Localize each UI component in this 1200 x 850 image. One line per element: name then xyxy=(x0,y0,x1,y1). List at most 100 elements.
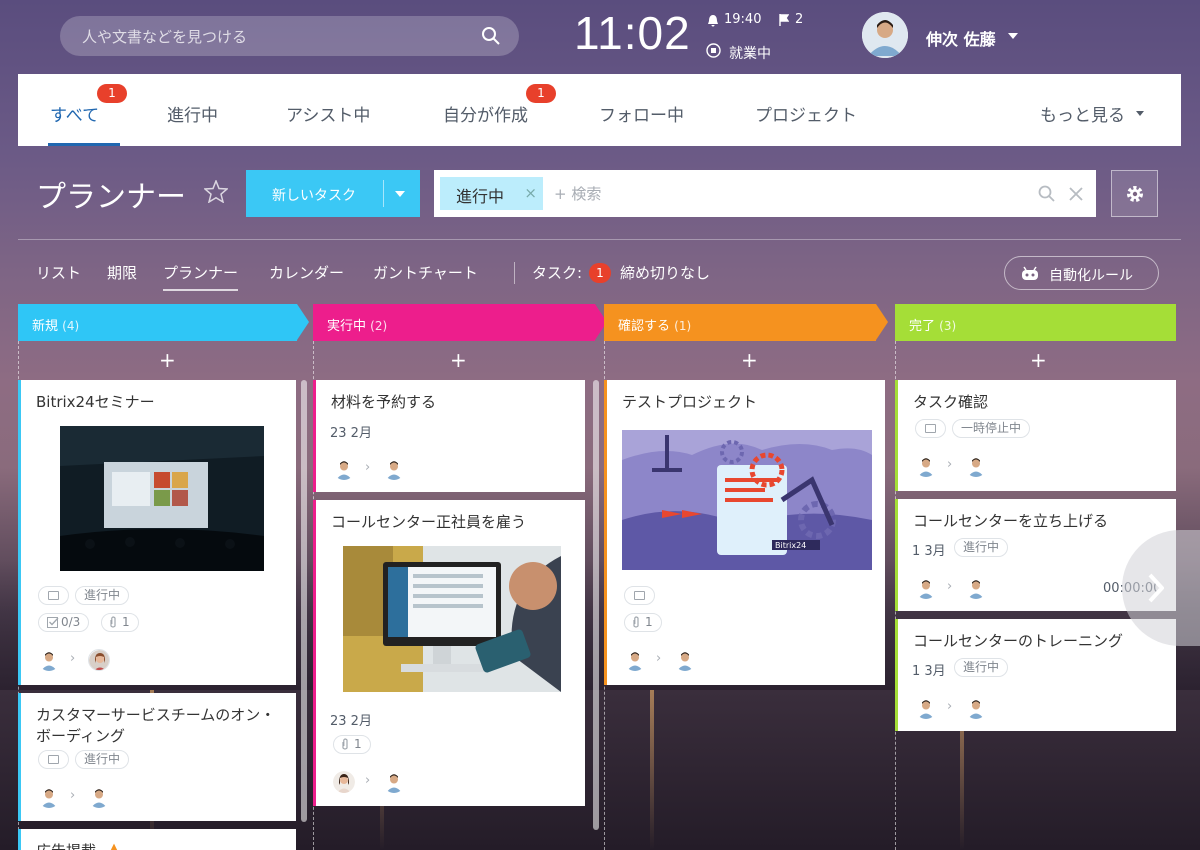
task-card[interactable]: 材料を予約する 23 2月 › xyxy=(313,380,585,492)
tab-more[interactable]: もっと見る xyxy=(1040,101,1125,126)
view-planner[interactable]: プランナー xyxy=(163,262,239,291)
tasks-label: タスク: xyxy=(532,264,583,282)
add-card-button[interactable]: + xyxy=(1030,350,1047,370)
column-header-review[interactable]: 確認する (1) xyxy=(604,304,888,341)
view-gantt[interactable]: ガントチャート xyxy=(373,262,478,283)
task-deadline[interactable]: 1 3月 xyxy=(912,540,946,559)
add-card-button[interactable]: + xyxy=(741,350,758,370)
task-title[interactable]: テストプロジェクト xyxy=(622,392,757,413)
user-name[interactable]: 伸次 佐藤 xyxy=(926,26,996,50)
responsible-avatar[interactable] xyxy=(674,649,696,671)
task-deadline[interactable]: 1 3月 xyxy=(912,660,946,679)
deadline-tag[interactable] xyxy=(38,750,69,769)
creator-avatar[interactable] xyxy=(915,577,937,599)
attachment-tag[interactable]: 1 xyxy=(624,613,662,632)
attachment-tag[interactable]: 1 xyxy=(101,613,139,632)
work-status[interactable]: 就業中 xyxy=(729,43,771,63)
star-icon[interactable] xyxy=(204,180,228,203)
clear-icon[interactable] xyxy=(1069,187,1083,201)
responsible-avatar[interactable] xyxy=(383,458,405,480)
automation-rules-button[interactable]: 自動化ルール xyxy=(1004,256,1159,290)
chevron-down-icon[interactable] xyxy=(1008,33,1018,39)
filter-search-box[interactable]: 進行中 × + 検索 xyxy=(434,170,1096,217)
responsible-avatar[interactable] xyxy=(965,455,987,477)
task-card[interactable]: コールセンターのトレーニング 1 3月 進行中 › xyxy=(895,619,1176,731)
attachment-tag[interactable]: 1 xyxy=(333,735,371,754)
task-card[interactable]: タスク確認 一時停止中 › xyxy=(895,380,1176,491)
creator-avatar[interactable] xyxy=(333,771,355,793)
creator-avatar[interactable] xyxy=(38,649,60,671)
attachment-count: 1 xyxy=(354,737,362,751)
task-title[interactable]: 材料を予約する xyxy=(331,392,436,413)
deadline-tag[interactable] xyxy=(38,586,69,605)
task-card[interactable]: カスタマーサービスチームのオン・ボーディング 進行中 › xyxy=(18,693,296,821)
flag-icon xyxy=(779,14,789,26)
task-title[interactable]: Bitrix24セミナー xyxy=(36,392,155,413)
tab-following[interactable]: フォロー中 xyxy=(599,101,684,126)
checklist-count: 0/3 xyxy=(61,615,81,629)
add-card-button[interactable]: + xyxy=(450,350,467,370)
stop-icon[interactable] xyxy=(706,43,721,58)
responsible-avatar[interactable] xyxy=(383,771,405,793)
task-card[interactable]: コールセンター正社員を雇う 23 2月 1 › xyxy=(313,500,585,806)
creator-avatar[interactable] xyxy=(915,455,937,477)
filter-search-input[interactable]: + 検索 xyxy=(554,183,601,204)
view-calendar[interactable]: カレンダー xyxy=(269,262,344,283)
flag-count[interactable]: 2 xyxy=(795,12,803,27)
alarm-time[interactable]: 19:40 xyxy=(724,12,761,27)
tab-created-badge: 1 xyxy=(526,84,556,103)
task-card[interactable]: Bitrix24セミナー 進行中 0/3 1 › xyxy=(18,380,296,685)
chevron-right-icon: › xyxy=(365,773,371,788)
responsible-avatar[interactable] xyxy=(965,697,987,719)
creator-avatar[interactable] xyxy=(624,649,646,671)
responsible-avatar[interactable] xyxy=(965,577,987,599)
more-chevron-icon[interactable] xyxy=(1136,111,1144,116)
clock: 11:02 xyxy=(574,7,691,59)
scrollbar[interactable] xyxy=(301,380,307,822)
search-icon[interactable] xyxy=(481,26,501,46)
creator-avatar[interactable] xyxy=(915,697,937,719)
settings-button[interactable] xyxy=(1111,170,1158,217)
search-icon[interactable] xyxy=(1038,185,1056,203)
view-separator xyxy=(514,262,515,284)
task-card[interactable]: テストプロジェクト Bitrix24 1 › xyxy=(604,380,885,685)
tab-created-by-me[interactable]: 自分が作成 xyxy=(443,101,528,126)
task-title[interactable]: カスタマーサービスチームのオン・ボーディング xyxy=(36,705,276,747)
column-header-new[interactable]: 新規 (4) xyxy=(18,304,309,341)
task-title[interactable]: コールセンター正社員を雇う xyxy=(331,512,526,533)
new-task-dropdown-icon[interactable] xyxy=(395,191,405,197)
tab-in-progress[interactable]: 進行中 xyxy=(167,101,218,126)
tab-all[interactable]: すべて xyxy=(50,101,99,126)
column-count: (3) xyxy=(939,319,957,333)
responsible-avatar[interactable] xyxy=(88,786,110,808)
task-deadline[interactable]: 23 2月 xyxy=(330,710,372,729)
filter-chip[interactable]: 進行中 × xyxy=(440,177,543,210)
deadline-tag[interactable] xyxy=(915,419,946,438)
tab-projects[interactable]: プロジェクト xyxy=(755,101,857,126)
view-list[interactable]: リスト xyxy=(36,262,81,283)
creator-avatar[interactable] xyxy=(333,458,355,480)
new-task-button[interactable]: 新しいタスク xyxy=(246,170,420,217)
scrollbar[interactable] xyxy=(593,380,599,830)
checklist-tag[interactable]: 0/3 xyxy=(38,613,90,632)
creator-avatar[interactable] xyxy=(38,786,60,808)
automation-label: 自動化ルール xyxy=(1049,268,1133,284)
deadline-tag[interactable] xyxy=(624,586,655,605)
column-header-done[interactable]: 完了 (3) xyxy=(895,304,1176,341)
responsible-avatar[interactable] xyxy=(88,649,110,671)
tab-assisting[interactable]: アシスト中 xyxy=(286,101,370,126)
user-avatar[interactable] xyxy=(862,12,908,58)
global-search[interactable]: 人や文書などを見つける xyxy=(60,16,519,56)
add-card-button[interactable]: + xyxy=(159,350,176,370)
chip-close-icon[interactable]: × xyxy=(524,184,537,202)
task-title[interactable]: 広告掲載 xyxy=(36,841,96,850)
task-card[interactable]: 広告掲載 ▲ xyxy=(18,829,296,850)
task-title[interactable]: コールセンターのトレーニング xyxy=(913,631,1123,652)
task-deadline[interactable]: 23 2月 xyxy=(330,422,372,441)
task-title[interactable]: タスク確認 xyxy=(913,392,988,413)
view-deadline[interactable]: 期限 xyxy=(107,262,137,283)
column-header-in-progress[interactable]: 実行中 (2) xyxy=(313,304,607,341)
task-title[interactable]: コールセンターを立ち上げる xyxy=(913,511,1108,532)
no-deadline-filter[interactable]: 締め切りなし xyxy=(620,262,710,283)
column-arrow xyxy=(876,304,888,340)
